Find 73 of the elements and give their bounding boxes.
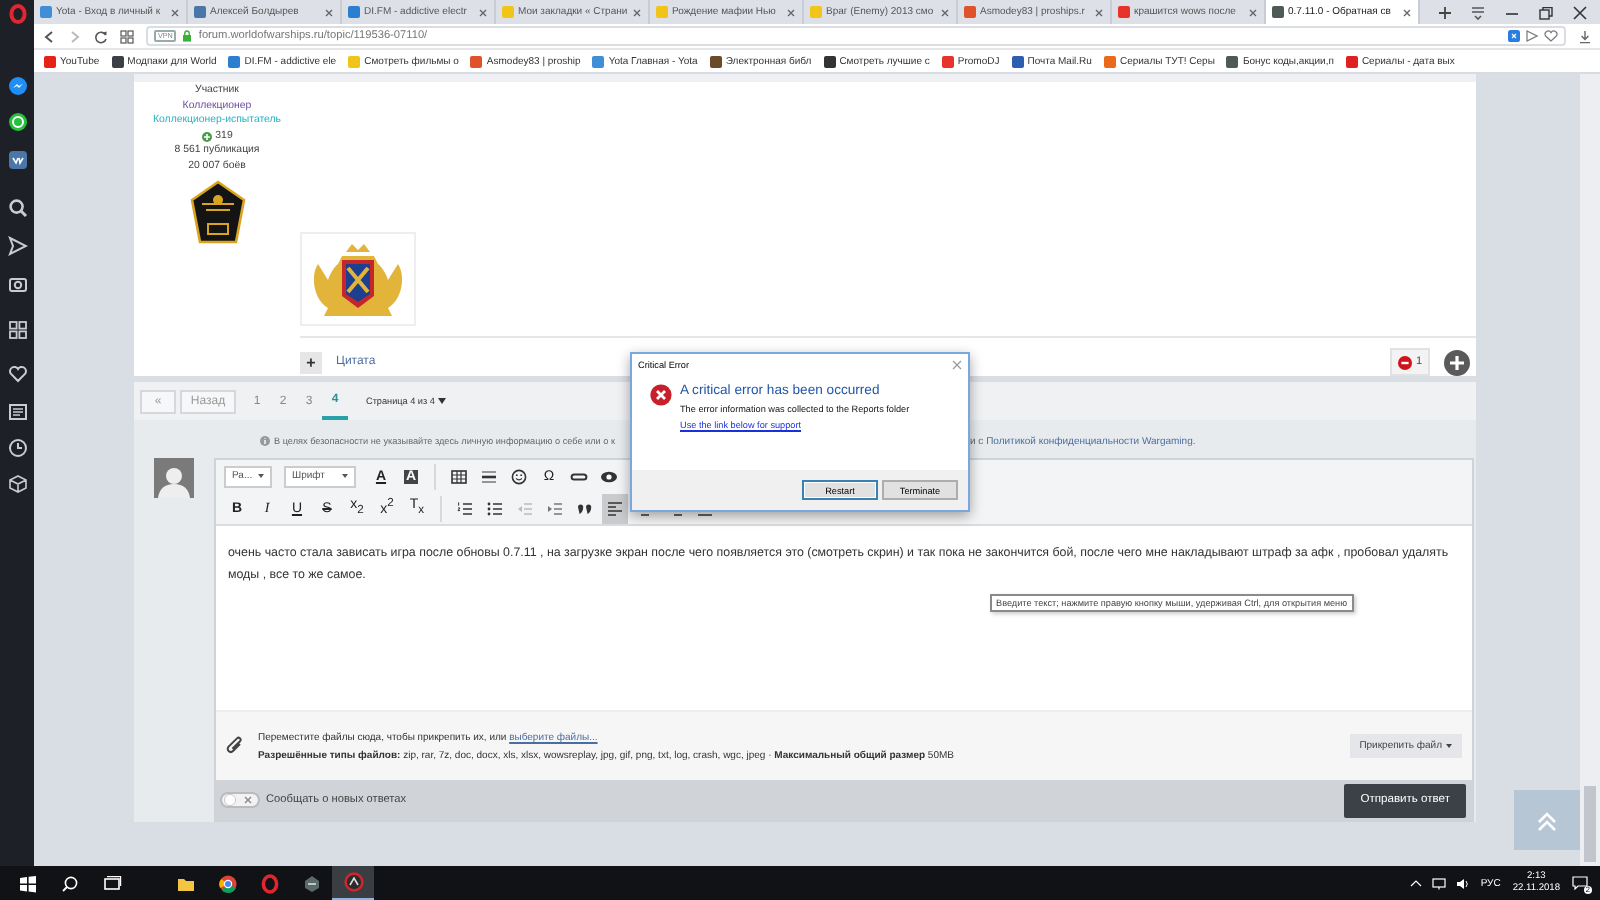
- reputation-icon: [201, 132, 212, 143]
- toggle-knob-icon: [224, 794, 236, 807]
- table-icon: [450, 467, 468, 486]
- caret-icon: [438, 398, 447, 405]
- grid-icon[interactable]: [7, 320, 27, 340]
- plus-button[interactable]: +: [300, 351, 322, 373]
- tab-menu-icon[interactable]: [1470, 5, 1486, 19]
- close-icon[interactable]: [324, 7, 334, 17]
- reload-icon[interactable]: [94, 29, 108, 43]
- close-icon[interactable]: [170, 7, 180, 17]
- volume-icon[interactable]: [1456, 877, 1471, 889]
- caret-icon: [342, 474, 348, 479]
- notify-toggle[interactable]: [220, 792, 260, 809]
- close-icon[interactable]: [940, 7, 950, 17]
- search-icon[interactable]: [59, 873, 79, 893]
- back-icon[interactable]: [42, 29, 56, 43]
- coat-of-arms-drawing: [308, 239, 408, 319]
- cross-icon: [244, 796, 252, 805]
- download-icon[interactable]: [1578, 29, 1592, 43]
- close-icon[interactable]: [1572, 5, 1588, 19]
- info-icon: [260, 436, 270, 447]
- minus-icon: [1397, 355, 1412, 369]
- caret-icon: [1446, 744, 1452, 749]
- close-icon[interactable]: [1094, 7, 1104, 17]
- folder-icon[interactable]: [175, 873, 195, 893]
- whatsapp-icon[interactable]: [7, 112, 27, 132]
- send-icon[interactable]: [7, 236, 27, 256]
- close-icon[interactable]: [478, 7, 488, 17]
- heart-icon[interactable]: [1544, 30, 1558, 42]
- windows-logo-icon[interactable]: [17, 873, 37, 893]
- opera-icon[interactable]: [259, 873, 279, 893]
- bullet-list-icon: [486, 499, 504, 518]
- restore-icon[interactable]: [1538, 5, 1554, 19]
- cube-icon[interactable]: [7, 474, 27, 494]
- send-page-icon[interactable]: [1526, 30, 1538, 42]
- camera-icon[interactable]: [7, 274, 27, 294]
- add-reaction-icon[interactable]: [1444, 349, 1470, 375]
- smiley-icon: [510, 467, 528, 486]
- tabs-grid-icon[interactable]: [120, 29, 134, 43]
- task-view-icon[interactable]: [101, 873, 121, 893]
- notifications-icon[interactable]: [1572, 876, 1588, 890]
- close-icon[interactable]: [1248, 7, 1258, 17]
- link-icon: [570, 467, 588, 486]
- chrome-icon[interactable]: [217, 873, 237, 893]
- scrollbar-thumb[interactable]: [1584, 786, 1596, 862]
- close-icon[interactable]: [1402, 7, 1412, 17]
- horizontal-rule-icon: [480, 467, 498, 486]
- lock-icon: [182, 30, 193, 42]
- news-icon[interactable]: [7, 402, 27, 422]
- network-icon[interactable]: [1432, 877, 1447, 889]
- toolbar-button[interactable]: [602, 493, 628, 524]
- chevron-up-icon[interactable]: [1410, 878, 1423, 888]
- vk-icon[interactable]: [7, 150, 27, 170]
- outdent-icon: [516, 499, 534, 518]
- messenger-icon[interactable]: [7, 76, 27, 96]
- quote-icon: [576, 499, 594, 518]
- new-tab-icon[interactable]: [1438, 5, 1452, 19]
- align-left-icon: [606, 499, 624, 518]
- numbered-list-icon: [456, 499, 474, 518]
- clock-icon[interactable]: [7, 438, 27, 458]
- paperclip-icon: [226, 736, 244, 757]
- chevrons-up-icon: [1536, 809, 1558, 831]
- heart-icon[interactable]: [7, 364, 27, 384]
- caret-icon: [258, 474, 264, 479]
- close-icon[interactable]: [786, 7, 796, 17]
- indent-icon: [546, 499, 564, 518]
- close-icon[interactable]: [632, 7, 642, 17]
- eye-icon: [600, 467, 618, 486]
- error-icon: [650, 384, 672, 406]
- game-center-icon[interactable]: [343, 872, 363, 892]
- opera-logo-icon[interactable]: [7, 4, 27, 24]
- emblem-drawing: [189, 179, 245, 244]
- search-icon[interactable]: [7, 198, 27, 218]
